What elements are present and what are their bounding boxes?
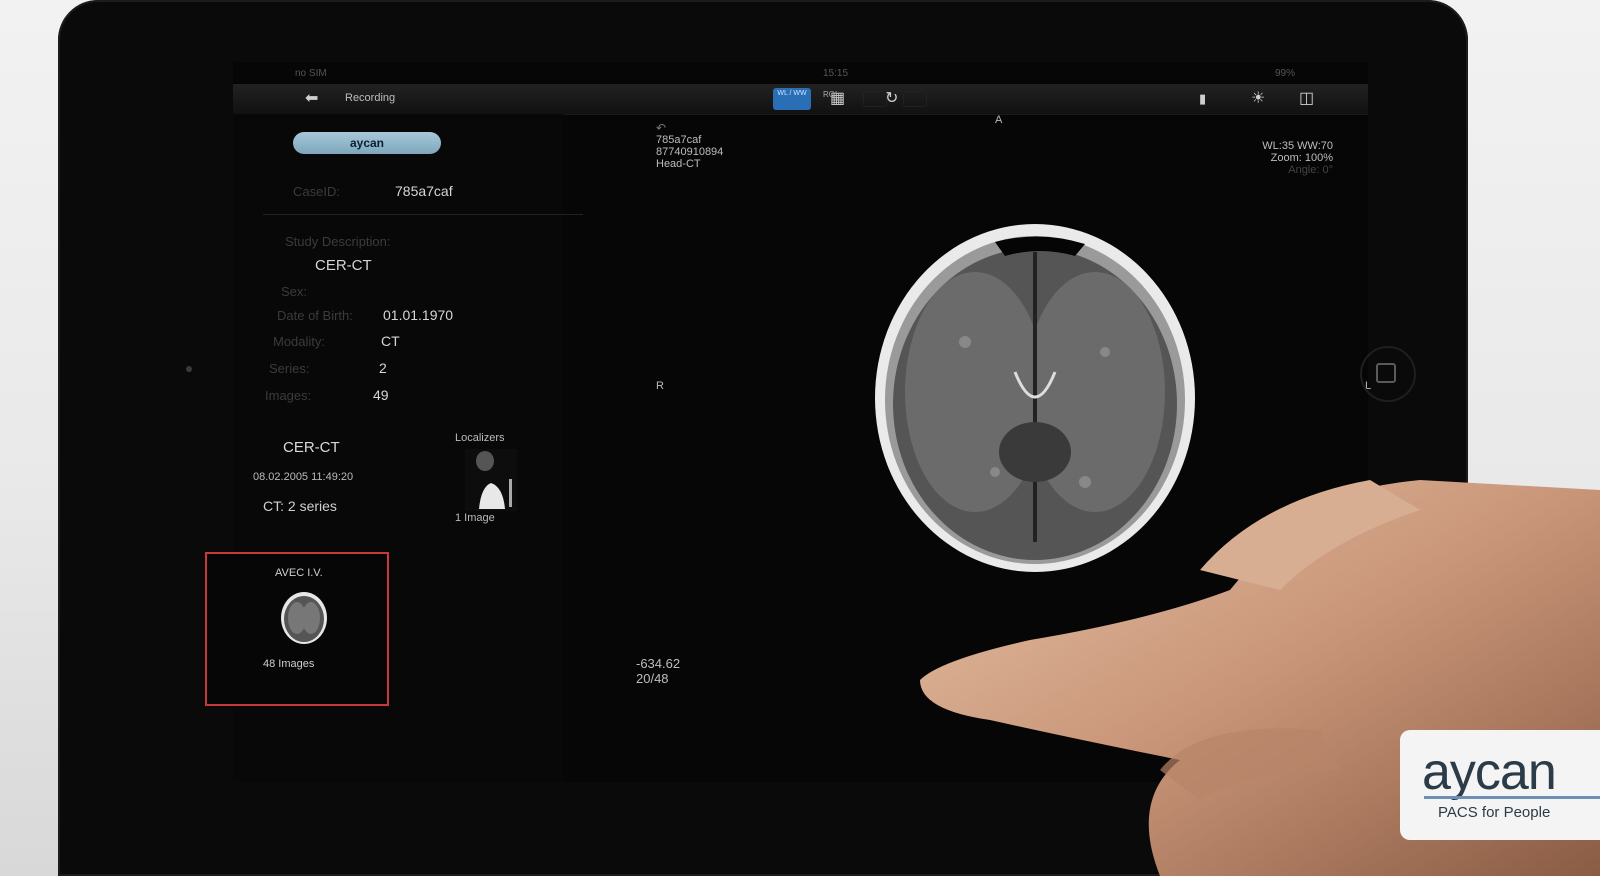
study-series-summary: CT: 2 series: [263, 498, 337, 514]
overlay-wl: WL:35 WW:70: [1262, 140, 1333, 152]
brightness-icon[interactable]: ☀: [1251, 90, 1265, 108]
localizers-title: Localizers: [455, 432, 505, 444]
series-title: AVEC I.V.: [275, 567, 323, 579]
tool-button-disabled-1: [863, 91, 887, 107]
undo-arrow-icon[interactable]: ↶: [656, 122, 723, 134]
toolbar: ⬅ Recording ⓘ ▦ ↻ WL / WW ROI ▮ ☀ ◫: [233, 84, 1368, 115]
study-title[interactable]: CER-CT: [283, 439, 340, 456]
back-arrow-icon[interactable]: ⬅: [305, 90, 318, 108]
modality-label: Modality:: [273, 334, 326, 349]
modality-value: CT: [381, 333, 400, 349]
overlay-patient-id: 87740910894: [656, 146, 724, 158]
caseid-value: 785a7caf: [395, 183, 453, 199]
front-camera: [186, 366, 192, 372]
patient-info-panel: aycan CaseID: 785a7caf Study Description…: [205, 114, 583, 782]
logo-bar: [1424, 796, 1600, 799]
overlay-angle: Angle: 0°: [1288, 164, 1333, 176]
localizer-thumbnail[interactable]: [465, 449, 517, 511]
dob-label: Date of Birth:: [277, 308, 353, 323]
overlay-position: -634.62: [636, 656, 681, 671]
rotate-icon[interactable]: ↻: [885, 90, 898, 108]
overlay-desc: Head-CT: [656, 158, 701, 170]
aycan-logo: aycan PACS for People: [1400, 730, 1600, 840]
overlay-case: 785a7caf: [656, 134, 702, 146]
orientation-top: A: [995, 114, 1003, 126]
study-desc-label: Study Description:: [285, 234, 391, 249]
series-thumbnail: [281, 592, 327, 644]
series-thumb-selected[interactable]: AVEC I.V. 48 Images: [205, 552, 389, 706]
series-label: Series:: [269, 361, 310, 376]
overlay-slice: 20/48: [636, 671, 669, 686]
sex-label: Sex:: [281, 284, 308, 299]
split-view-icon[interactable]: ◫: [1299, 90, 1314, 108]
dob-value: 01.01.1970: [383, 307, 454, 323]
study-date: 08.02.2005 11:49:20: [253, 471, 354, 483]
images-value: 49: [373, 387, 389, 403]
overlay-zoom: Zoom: 100%: [1270, 152, 1333, 164]
overlay-top-left: ↶ 785a7caf 87740910894 Head-CT: [656, 122, 723, 170]
tool-button-disabled-2: [903, 91, 927, 107]
clock-label: 15:15: [823, 68, 849, 79]
wl-ww-button[interactable]: WL / WW: [773, 88, 811, 110]
series-count: 48 Images: [263, 658, 315, 670]
overlay-bottom-left: -634.62 20/48: [636, 656, 680, 686]
battery-label: 99%: [1275, 68, 1296, 79]
localizers-count: 1 Image: [455, 512, 495, 524]
recording-title: Recording: [345, 92, 396, 104]
carrier-label: no SIM: [295, 68, 327, 79]
logo-tagline: PACS for People: [1438, 804, 1551, 821]
overlay-top-right: WL:35 WW:70 Zoom: 100% Angle: 0°: [1233, 140, 1333, 176]
phone-icon[interactable]: ▮: [1199, 90, 1206, 108]
caseid-label: CaseID:: [293, 184, 340, 199]
status-bar: no SIM 15:15 99%: [233, 62, 1368, 84]
series-value: 2: [379, 360, 387, 376]
images-label: Images:: [265, 388, 312, 403]
orientation-left: R: [656, 380, 664, 392]
study-desc-value: CER-CT: [315, 257, 372, 274]
home-button-square: [1376, 363, 1396, 383]
roi-button[interactable]: ROI: [823, 90, 837, 99]
logo-brand: aycan: [1422, 743, 1557, 801]
patient-name-pill[interactable]: aycan: [293, 132, 441, 154]
panel-divider: [263, 214, 583, 215]
